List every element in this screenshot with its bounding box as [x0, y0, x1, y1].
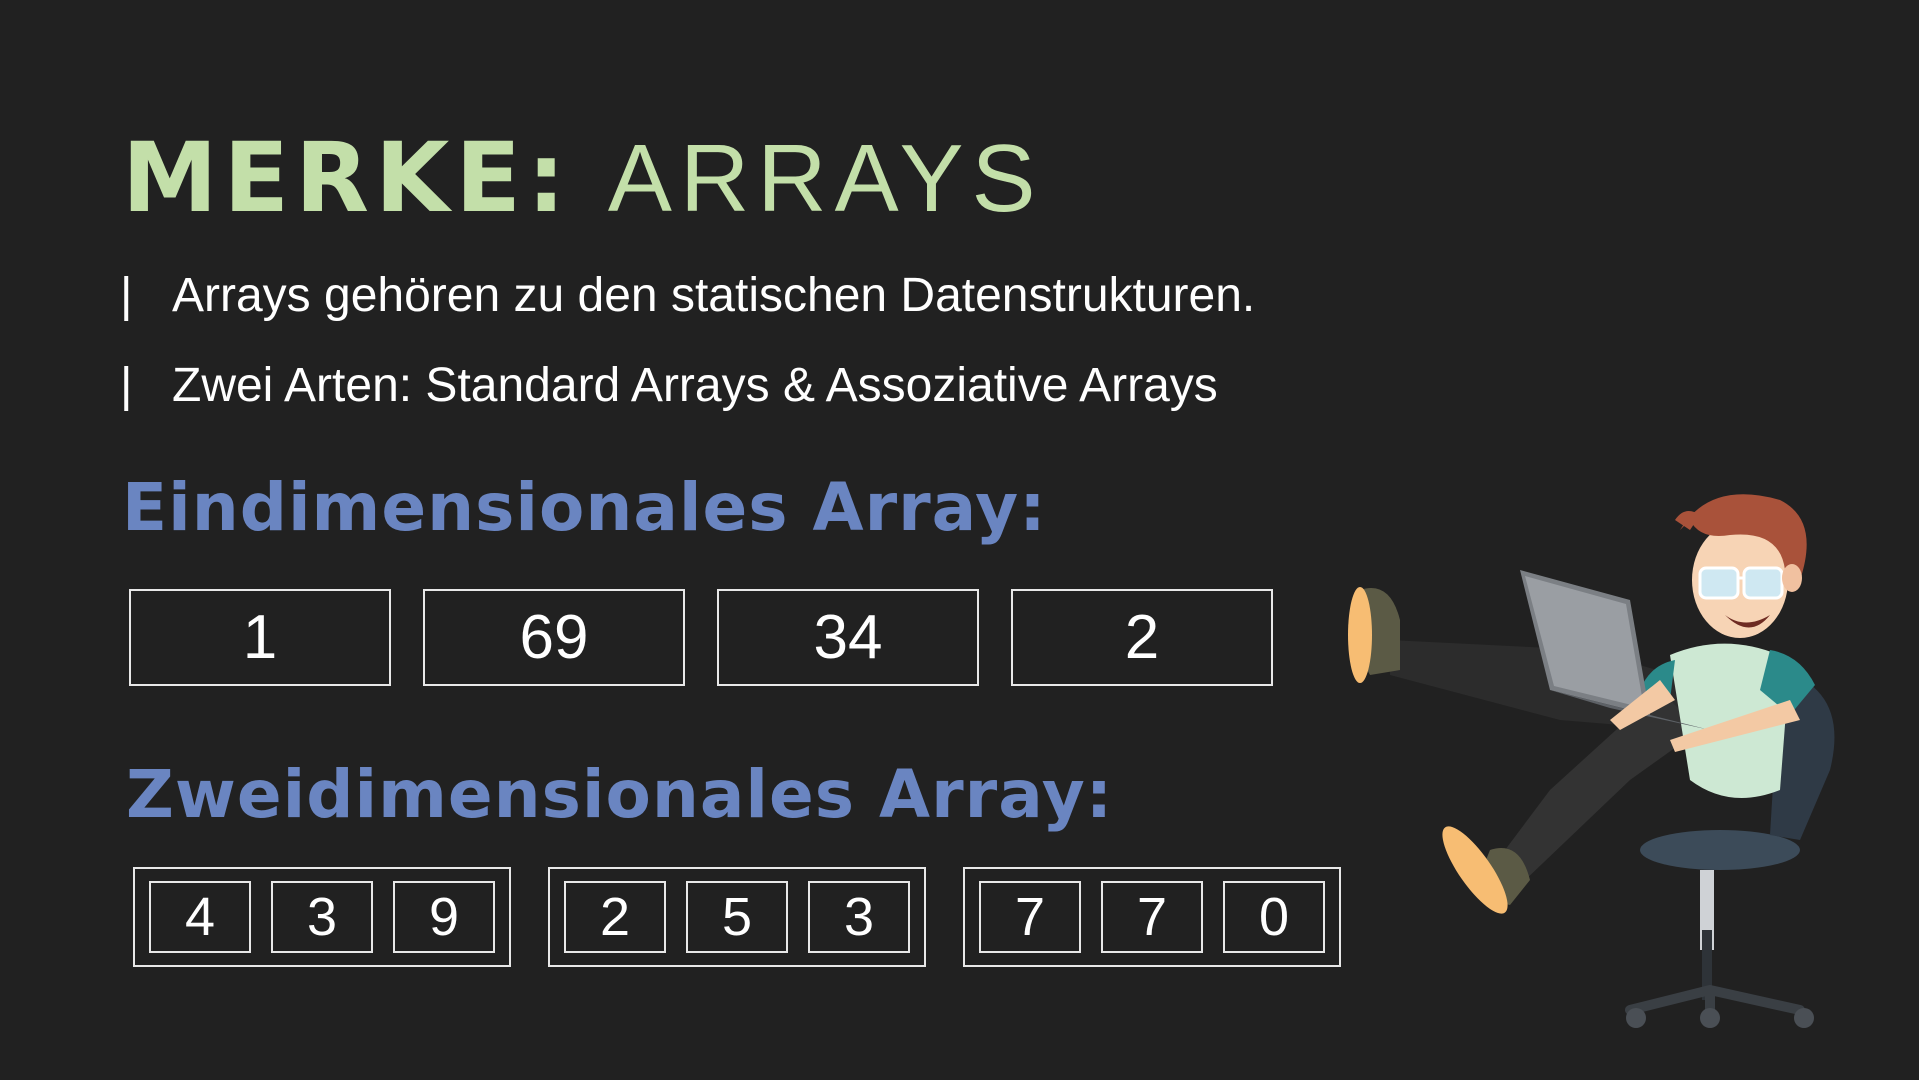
array-row-group: 2 5 3 — [548, 867, 926, 967]
bullet-marker: | — [120, 359, 133, 412]
array-cell: 2 — [1011, 589, 1273, 686]
array-cell: 4 — [149, 881, 251, 953]
one-dim-heading: Eindimensionales Array: — [122, 469, 1047, 546]
slide-title: MERKE: ARRAYS — [122, 118, 1044, 239]
array-cell: 5 — [686, 881, 788, 953]
array-cell: 69 — [423, 589, 685, 686]
array-cell: 0 — [1223, 881, 1325, 953]
title-main: ARRAYS — [607, 125, 1044, 232]
array-cell: 7 — [1101, 881, 1203, 953]
array-cell: 9 — [393, 881, 495, 953]
bullet-item: | Arrays gehören zu den statischen Datens… — [120, 266, 1255, 326]
head — [1675, 494, 1807, 638]
legs — [1348, 587, 1700, 914]
array-cell: 7 — [979, 881, 1081, 953]
title-prefix: MERKE: — [122, 122, 572, 234]
bullet-text: Arrays gehören zu den statischen Datenst… — [172, 269, 1256, 322]
bullet-text: Zwei Arten: Standard Arrays & Assoziativ… — [172, 359, 1218, 412]
two-dim-array: 4 3 9 2 5 3 7 7 0 — [133, 867, 1341, 967]
array-cell: 1 — [129, 589, 391, 686]
one-dim-array: 1 69 34 2 — [129, 589, 1273, 686]
array-row-group: 7 7 0 — [963, 867, 1341, 967]
bullet-marker: | — [120, 269, 133, 322]
developer-illustration — [1348, 494, 1835, 1028]
array-cell: 3 — [808, 881, 910, 953]
array-cell: 2 — [564, 881, 666, 953]
two-dim-heading: Zweidimensionales Array: — [126, 756, 1114, 833]
bullet-item: | Zwei Arten: Standard Arrays & Assoziati… — [120, 356, 1218, 416]
array-cell: 3 — [271, 881, 373, 953]
array-row-group: 4 3 9 — [133, 867, 511, 967]
slide: MERKE: ARRAYS | Arrays gehören zu den sta… — [0, 0, 1919, 1080]
array-cell: 34 — [717, 589, 979, 686]
